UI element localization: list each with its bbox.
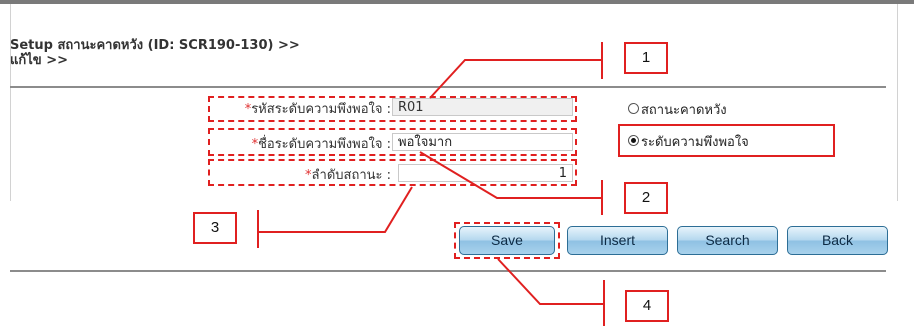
callout-4: 4 xyxy=(625,290,669,322)
callout-1-connector xyxy=(429,59,602,99)
callout-2-connector xyxy=(419,151,602,199)
callout-1: 1 xyxy=(624,42,668,74)
callout-3: 3 xyxy=(193,212,237,244)
callout-4-connector xyxy=(497,258,604,305)
callout-3-connector xyxy=(258,186,413,233)
annotation-connectors xyxy=(257,42,605,326)
callout-2: 2 xyxy=(624,182,668,214)
